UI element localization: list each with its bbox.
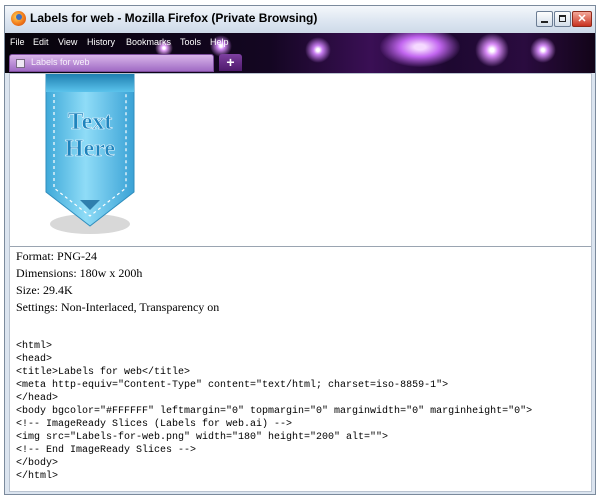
window-title: Labels for web - Mozilla Firefox (Privat… — [30, 11, 318, 25]
close-button[interactable]: ✕ — [572, 11, 592, 27]
minimize-button[interactable] — [536, 11, 553, 27]
info-settings: Settings: Non-Interlaced, Transparency o… — [16, 300, 220, 314]
label-text-line2: Here — [65, 136, 116, 162]
tab-strip: Labels for web + — [5, 53, 595, 73]
menu-history[interactable]: History — [87, 37, 115, 47]
menu-file[interactable]: File — [10, 37, 25, 47]
code-line: <meta http-equiv="Content-Type" content=… — [16, 380, 449, 391]
info-dimensions: Dimensions: 180w x 200h — [16, 266, 143, 280]
browser-window: Labels for web - Mozilla Firefox (Privat… — [4, 5, 596, 495]
title-bar[interactable]: Labels for web - Mozilla Firefox (Privat… — [5, 6, 595, 33]
new-tab-button[interactable]: + — [219, 54, 242, 71]
info-size: Size: 29.4K — [16, 283, 73, 297]
code-line: <head> — [16, 354, 53, 365]
menu-edit[interactable]: Edit — [33, 37, 49, 47]
code-line: </html> — [16, 471, 59, 482]
page-content[interactable]: Text Here Format: PNG-24 Dimensions: 180… — [9, 73, 592, 492]
maximize-button[interactable] — [554, 11, 571, 27]
minimize-icon — [541, 21, 548, 23]
code-line: <body bgcolor="#FFFFFF" leftmargin="0" t… — [16, 406, 533, 417]
code-line: <html> — [16, 341, 53, 352]
image-info-panel: Format: PNG-24 Dimensions: 180w x 200h S… — [10, 247, 591, 491]
code-line: <img src="Labels-for-web.png" width="180… — [16, 432, 389, 443]
code-line: <!-- End ImageReady Slices --> — [16, 445, 197, 456]
tab-label: Labels for web — [31, 57, 90, 67]
browser-theme-header: File Edit View History Bookmarks Tools H… — [5, 33, 595, 73]
label-fold — [46, 74, 134, 92]
menu-bookmarks[interactable]: Bookmarks — [126, 37, 171, 47]
code-line: </body> — [16, 458, 59, 469]
tab-labels-for-web[interactable]: Labels for web — [9, 54, 214, 72]
label-text-line1: Text — [68, 109, 112, 135]
maximize-icon — [559, 15, 566, 22]
label-graphic: Text Here — [45, 74, 135, 234]
code-line: <title>Labels for web</title> — [16, 367, 191, 378]
firefox-icon — [11, 11, 26, 26]
menu-view[interactable]: View — [58, 37, 77, 47]
plus-icon: + — [226, 54, 235, 70]
info-format: Format: PNG-24 — [16, 249, 97, 263]
code-line: </head> — [16, 393, 59, 404]
label-image-area: Text Here — [10, 74, 591, 246]
menu-tools[interactable]: Tools — [180, 37, 201, 47]
menu-help[interactable]: Help — [210, 37, 229, 47]
close-icon: ✕ — [577, 13, 587, 25]
page-icon — [16, 59, 25, 68]
menu-bar: File Edit View History Bookmarks Tools H… — [5, 33, 265, 53]
code-line: <!-- ImageReady Slices (Labels for web.a… — [16, 419, 293, 430]
